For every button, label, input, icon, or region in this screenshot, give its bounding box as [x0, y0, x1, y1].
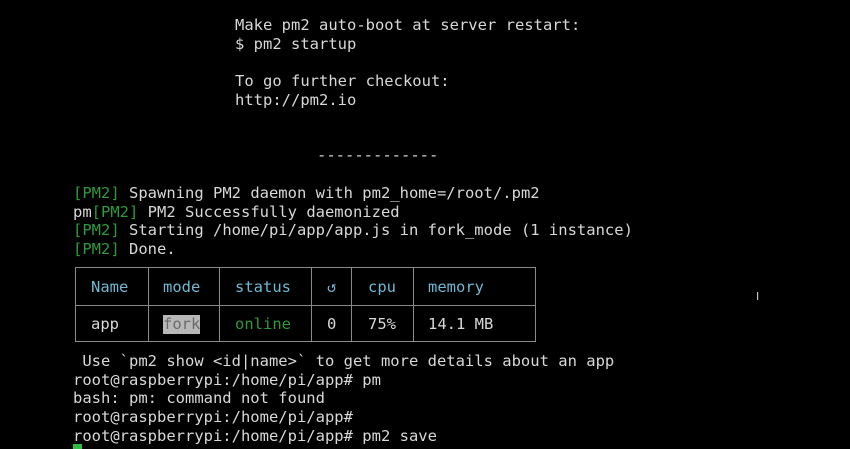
header-cpu: cpu [368, 278, 396, 296]
log-line: [PM2] Starting /home/pi/app/app.js in fo… [73, 221, 633, 240]
header-name: Name [91, 278, 129, 296]
header-restarts: ↺ [327, 278, 337, 296]
row-memory: 14.1 MB [428, 315, 494, 333]
pm2-url: http://pm2.io [235, 91, 357, 109]
header-status: status [235, 278, 291, 296]
shell-line: bash: pm: command not found [73, 389, 325, 407]
terminal-cursor [73, 444, 82, 449]
log-text: Done. [119, 240, 176, 258]
row-status: online [235, 315, 291, 333]
autoboot-title: Make pm2 auto-boot at server restart: [235, 16, 581, 34]
pm2-tag: [PM2] [91, 203, 139, 221]
process-table: Name mode status ↺ cpu memory app fork o… [75, 267, 536, 342]
mouse-ibeam-icon: I [756, 290, 760, 303]
pm2-tag: [PM2] [73, 184, 120, 202]
row-name: app [91, 315, 119, 333]
pm2-tag: [PM2] [73, 221, 120, 239]
header-memory: memory [428, 278, 484, 296]
shell-line: root@raspberrypi:/home/pi/app# pm [73, 371, 381, 389]
pm2-tag: [PM2] [73, 240, 120, 258]
shell-line: root@raspberrypi:/home/pi/app# [73, 408, 353, 426]
further-title: To go further checkout: [235, 72, 450, 90]
row-restarts: 0 [327, 315, 337, 333]
log-text: PM2 Successfully daemonized [138, 203, 400, 221]
shell-line: root@raspberrypi:/home/pi/app# pm2 save [73, 427, 437, 445]
log-prefix: pm [73, 203, 92, 221]
header-mode: mode [163, 278, 201, 296]
banner-separator: ------------- [317, 146, 439, 164]
terminal-window[interactable]: Make pm2 auto-boot at server restart: $ … [0, 0, 850, 449]
log-line: pm[PM2] PM2 Successfully daemonized [73, 203, 400, 222]
table-divider [76, 305, 535, 306]
row-mode: fork [163, 315, 201, 334]
autoboot-command: $ pm2 startup [235, 35, 357, 53]
log-line: [PM2] Spawning PM2 daemon with pm2_home=… [73, 184, 540, 203]
log-text: Starting /home/pi/app/app.js in fork_mod… [119, 221, 633, 239]
log-line: [PM2] Done. [73, 240, 176, 259]
log-text: Spawning PM2 daemon with pm2_home=/root/… [119, 184, 540, 202]
pm2-show-hint: Use `pm2 show <id|name>` to get more det… [73, 352, 615, 370]
row-cpu: 75% [368, 315, 396, 333]
